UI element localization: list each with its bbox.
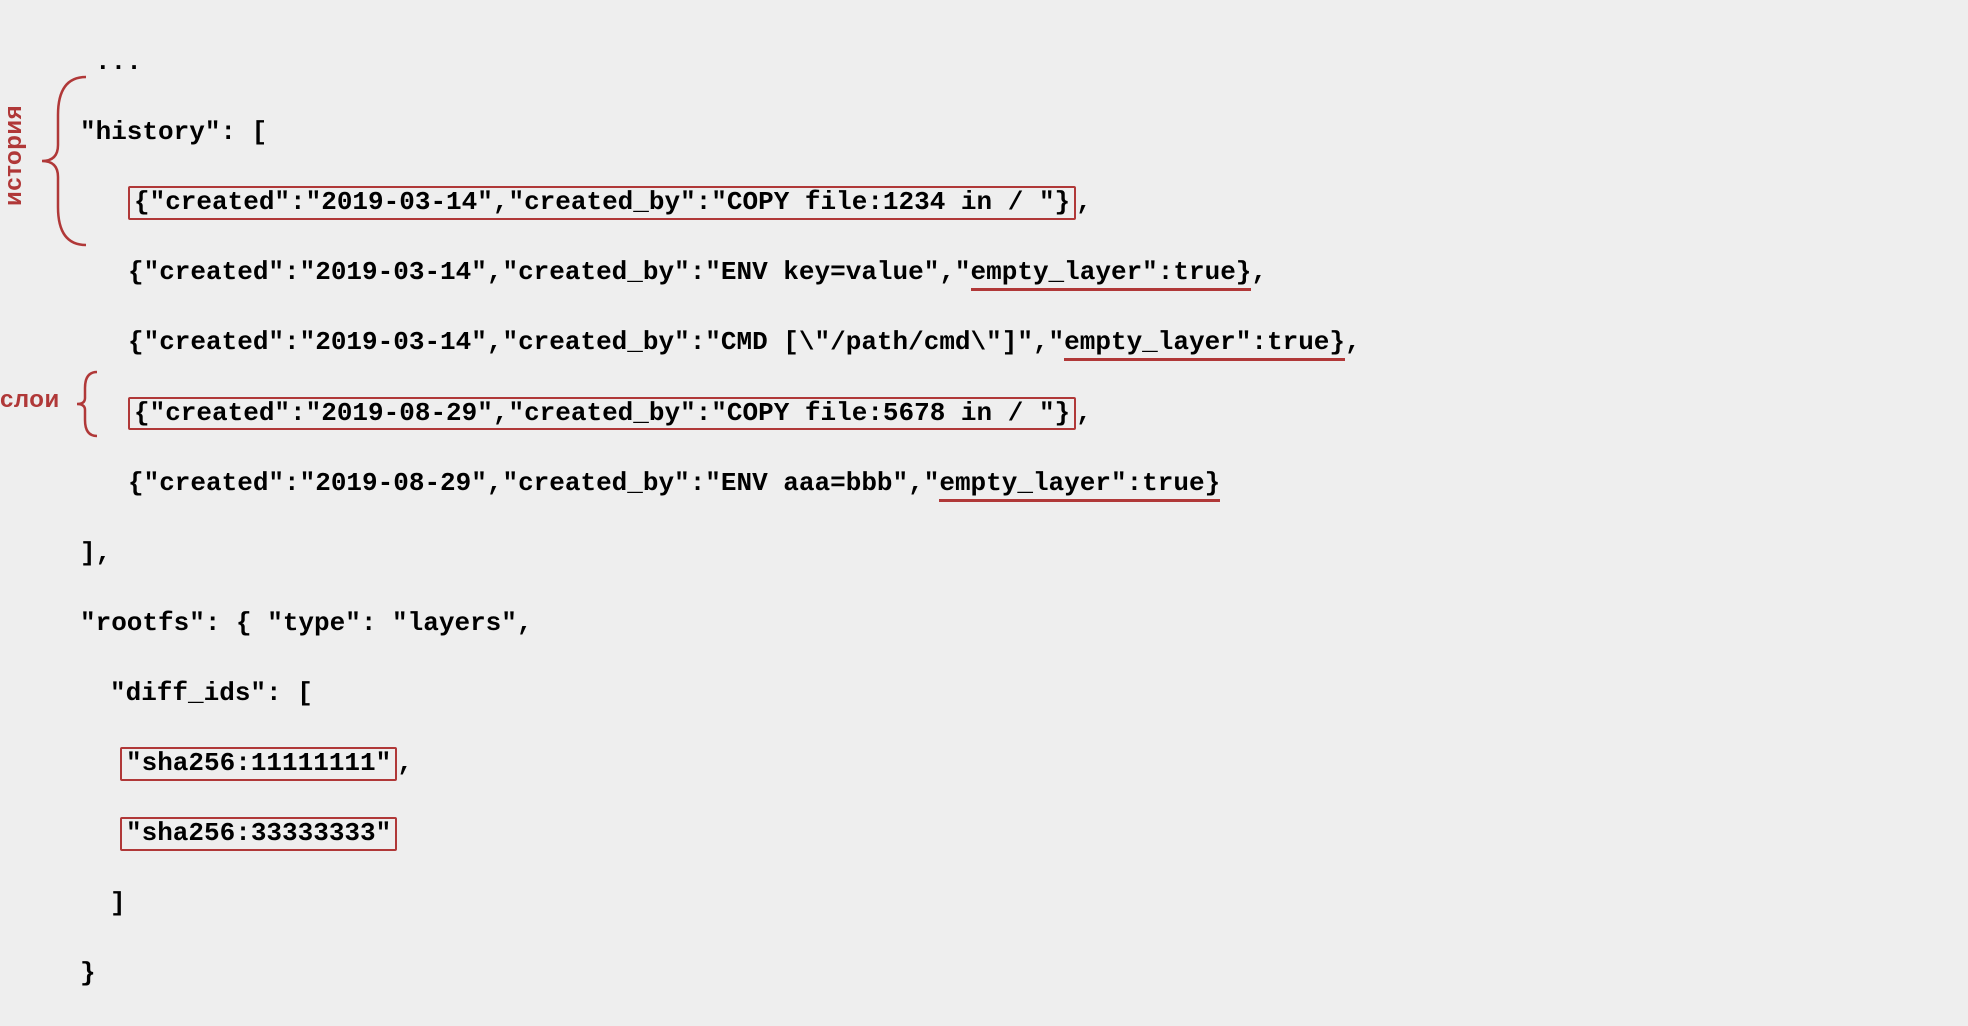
code-line-close-brace: } xyxy=(20,956,1948,991)
code-line-close-hist: ], xyxy=(20,536,1948,571)
comma: , xyxy=(1251,257,1267,287)
diff-id-1-box: "sha256:11111111" xyxy=(120,747,397,781)
code-line-diffids: "diff_ids": [ xyxy=(20,676,1948,711)
code-line-h3: {"created":"2019-03-14","created_by":"CM… xyxy=(20,325,1948,360)
comma: , xyxy=(1345,327,1361,357)
code-block: ... "history": [ {"created":"2019-03-14"… xyxy=(20,10,1948,1026)
code-line-sha2: "sha256:33333333" xyxy=(20,816,1948,851)
empty-layer-underline: empty_layer":true} xyxy=(1064,327,1345,361)
code-line-h2: {"created":"2019-03-14","created_by":"EN… xyxy=(20,255,1948,290)
comma: , xyxy=(1076,398,1092,428)
code-line-h1: {"created":"2019-03-14","created_by":"CO… xyxy=(20,185,1948,220)
history-entry-3-prefix: {"created":"2019-03-14","created_by":"CM… xyxy=(128,327,1064,357)
history-entry-4-box: {"created":"2019-08-29","created_by":"CO… xyxy=(128,397,1076,431)
comma: , xyxy=(397,748,413,778)
diff-id-2-box: "sha256:33333333" xyxy=(120,817,397,851)
history-entry-1-box: {"created":"2019-03-14","created_by":"CO… xyxy=(128,186,1076,220)
history-entry-2-prefix: {"created":"2019-03-14","created_by":"EN… xyxy=(128,257,971,287)
code-line-sha1: "sha256:11111111", xyxy=(20,746,1948,781)
empty-layer-underline: empty_layer":true} xyxy=(939,468,1220,502)
history-entry-5-prefix: {"created":"2019-08-29","created_by":"EN… xyxy=(128,468,939,498)
code-line-close-arr: ] xyxy=(20,886,1948,921)
empty-layer-underline: empty_layer":true} xyxy=(971,257,1252,291)
code-line-ellipsis: ... xyxy=(20,45,1948,80)
code-line-h4: {"created":"2019-08-29","created_by":"CO… xyxy=(20,396,1948,431)
comma: , xyxy=(1076,187,1092,217)
code-line-h5: {"created":"2019-08-29","created_by":"EN… xyxy=(20,466,1948,501)
code-line-rootfs: "rootfs": { "type": "layers", xyxy=(20,606,1948,641)
code-line-history-key: "history": [ xyxy=(20,115,1948,150)
